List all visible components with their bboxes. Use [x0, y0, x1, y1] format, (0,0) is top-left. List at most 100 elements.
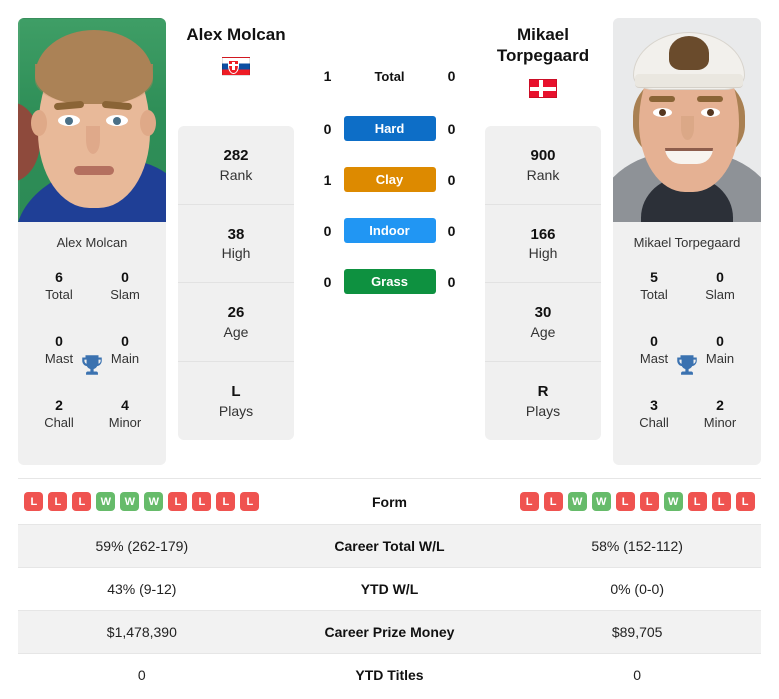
form-chip-loss: L	[240, 492, 260, 511]
left-titles-minor-value: 4	[121, 397, 129, 413]
left-age-label: Age	[223, 323, 249, 340]
right-stat-high: 166 High	[485, 205, 601, 284]
h2h-row-indoor: 0 Indoor 0	[310, 218, 470, 243]
right-rank-label: Rank	[526, 166, 560, 183]
right-high-label: High	[528, 245, 558, 262]
right-titles-chall-value: 3	[650, 397, 658, 413]
form-chip-loss: L	[216, 492, 236, 511]
right-rank-value: 900	[530, 147, 556, 164]
form-chip-loss: L	[168, 492, 188, 511]
right-age-value: 30	[534, 304, 552, 322]
photo-nose	[86, 126, 100, 154]
left-ytd-wl: 43% (9-12)	[107, 581, 177, 597]
right-player-card-name: Mikael Torpegaard	[633, 235, 741, 250]
right-age-label: Age	[530, 323, 556, 340]
left-age-value: 26	[227, 304, 245, 322]
h2h-indoor-left: 0	[323, 222, 332, 239]
left-titles-minor-label: Minor	[108, 414, 142, 430]
form-chip-win: W	[144, 492, 164, 511]
h2h-indoor-right: 0	[447, 222, 456, 239]
form-chip-loss: L	[639, 492, 659, 511]
right-ytd-titles: 0	[633, 667, 642, 683]
right-titles-total-label: Total	[640, 286, 668, 302]
left-stat-rank: 282 Rank	[178, 126, 294, 205]
right-titles-total: 5 Total	[621, 263, 687, 327]
right-player-card: Mikael Torpegaard 5 Total 0 Slam 0 Mast …	[613, 18, 761, 465]
h2h-hard-cell: Hard	[343, 116, 437, 141]
form-chip-loss: L	[543, 492, 563, 511]
right-titles-chall: 3 Chall	[621, 391, 687, 455]
head-to-head-column: 1 Total 0 0 Hard 0 1 Clay 0 0 Indoor 0 0…	[306, 18, 473, 320]
form-chip-loss: L	[711, 492, 731, 511]
form-chip-win: W	[567, 492, 587, 511]
form-chip-loss: L	[687, 492, 707, 511]
right-titles-slam-label: Slam	[705, 286, 735, 302]
h2h-total-right: 0	[447, 68, 456, 84]
right-titles-slam-value: 0	[716, 269, 724, 285]
left-titles-chall-value: 2	[55, 397, 63, 413]
right-titles-minor-label: Minor	[703, 414, 737, 430]
right-stats-box: 900 Rank 166 High 30 Age R Plays	[485, 126, 601, 440]
photo-ear-left	[31, 110, 47, 136]
left-form-strip: LLLWWWLLLL	[24, 492, 260, 511]
right-form-strip: LLWWLLWLLL	[519, 492, 755, 511]
surface-badge-hard[interactable]: Hard	[343, 116, 436, 141]
right-high-value: 166	[530, 225, 556, 243]
left-high-value: 38	[227, 225, 245, 243]
left-stats-box: 282 Rank 38 High 26 Age L Plays	[178, 126, 294, 440]
form-chip-win: W	[120, 492, 140, 511]
left-titles-slam-label: Slam	[110, 286, 140, 302]
form-chip-loss: L	[192, 492, 212, 511]
right-ytd-wl: 0% (0-0)	[610, 581, 664, 597]
h2h-total-left: 1	[323, 68, 332, 84]
form-chip-loss: L	[24, 492, 44, 511]
left-ytd-titles: 0	[137, 667, 146, 683]
right-titles-minor-value: 2	[716, 397, 724, 413]
right-stat-column: Mikael Torpegaard 900 Rank 166 High 30 A…	[485, 18, 601, 440]
left-player-photo	[18, 18, 166, 222]
h2h-clay-right: 0	[447, 171, 456, 188]
right-stat-age: 30 Age	[485, 283, 601, 363]
row-label-prize-money: Career Prize Money	[324, 624, 455, 640]
right-player-header: Mikael Torpegaard	[485, 18, 601, 126]
surface-badge-indoor[interactable]: Indoor	[343, 218, 436, 243]
left-player-name: Alex Molcan	[186, 25, 286, 44]
right-form-cell: LLWWLLWLLL	[513, 479, 761, 525]
left-career-wl: 59% (262-179)	[95, 538, 189, 554]
form-chip-win: W	[663, 492, 683, 511]
table-row-ytd-titles: 0 YTD Titles 0	[18, 653, 761, 697]
photo-pupil-right	[707, 109, 714, 116]
surface-badge-grass[interactable]: Grass	[343, 269, 436, 294]
right-titles-chall-label: Chall	[639, 414, 669, 430]
h2h-grass-cell: Grass	[343, 269, 437, 294]
player-comparison-page: Alex Molcan 6 Total 0 Slam 0 Mast 0 Main	[0, 0, 779, 699]
slovakia-flag-icon	[222, 57, 250, 77]
left-player-card: Alex Molcan 6 Total 0 Slam 0 Mast 0 Main	[18, 18, 166, 465]
form-chip-loss: L	[615, 492, 635, 511]
right-titles-grid: 5 Total 0 Slam 0 Mast 0 Main 3 Chall 2 M…	[613, 263, 761, 465]
h2h-row-hard: 0 Hard 0	[310, 116, 470, 141]
row-label-form: Form	[371, 493, 407, 510]
photo-cap-opening	[669, 36, 709, 70]
h2h-hard-right: 0	[447, 120, 456, 137]
comparison-top-area: Alex Molcan 6 Total 0 Slam 0 Mast 0 Main	[0, 0, 779, 470]
surface-badge-clay[interactable]: Clay	[343, 167, 436, 192]
right-titles-slam: 0 Slam	[687, 263, 753, 327]
comparison-stats-table: LLLWWWLLLL Form LLWWLLWLLL 59% (262-179)…	[18, 478, 761, 696]
form-chip-loss: L	[48, 492, 68, 511]
photo-ear-right	[140, 110, 156, 136]
left-titles-main-value: 0	[121, 333, 129, 349]
h2h-row-grass: 0 Grass 0	[310, 269, 470, 294]
photo-brow-left	[649, 96, 675, 102]
left-stat-column: Alex Molcan 282 Rank 38 High 26 Age L Pl…	[178, 18, 294, 440]
left-titles-chall: 2 Chall	[26, 391, 92, 455]
left-titles-minor: 4 Minor	[92, 391, 158, 455]
left-stat-age: 26 Age	[178, 283, 294, 363]
table-row-prize-money: $1,478,390 Career Prize Money $89,705	[18, 610, 761, 654]
right-plays-value: R	[537, 383, 549, 401]
right-player-name-line2: Torpegaard	[496, 46, 590, 66]
h2h-row-total: 1 Total 0	[310, 68, 470, 84]
form-chip-loss: L	[72, 492, 92, 511]
right-titles-main-value: 0	[716, 333, 724, 349]
left-titles-slam-value: 0	[121, 269, 129, 285]
